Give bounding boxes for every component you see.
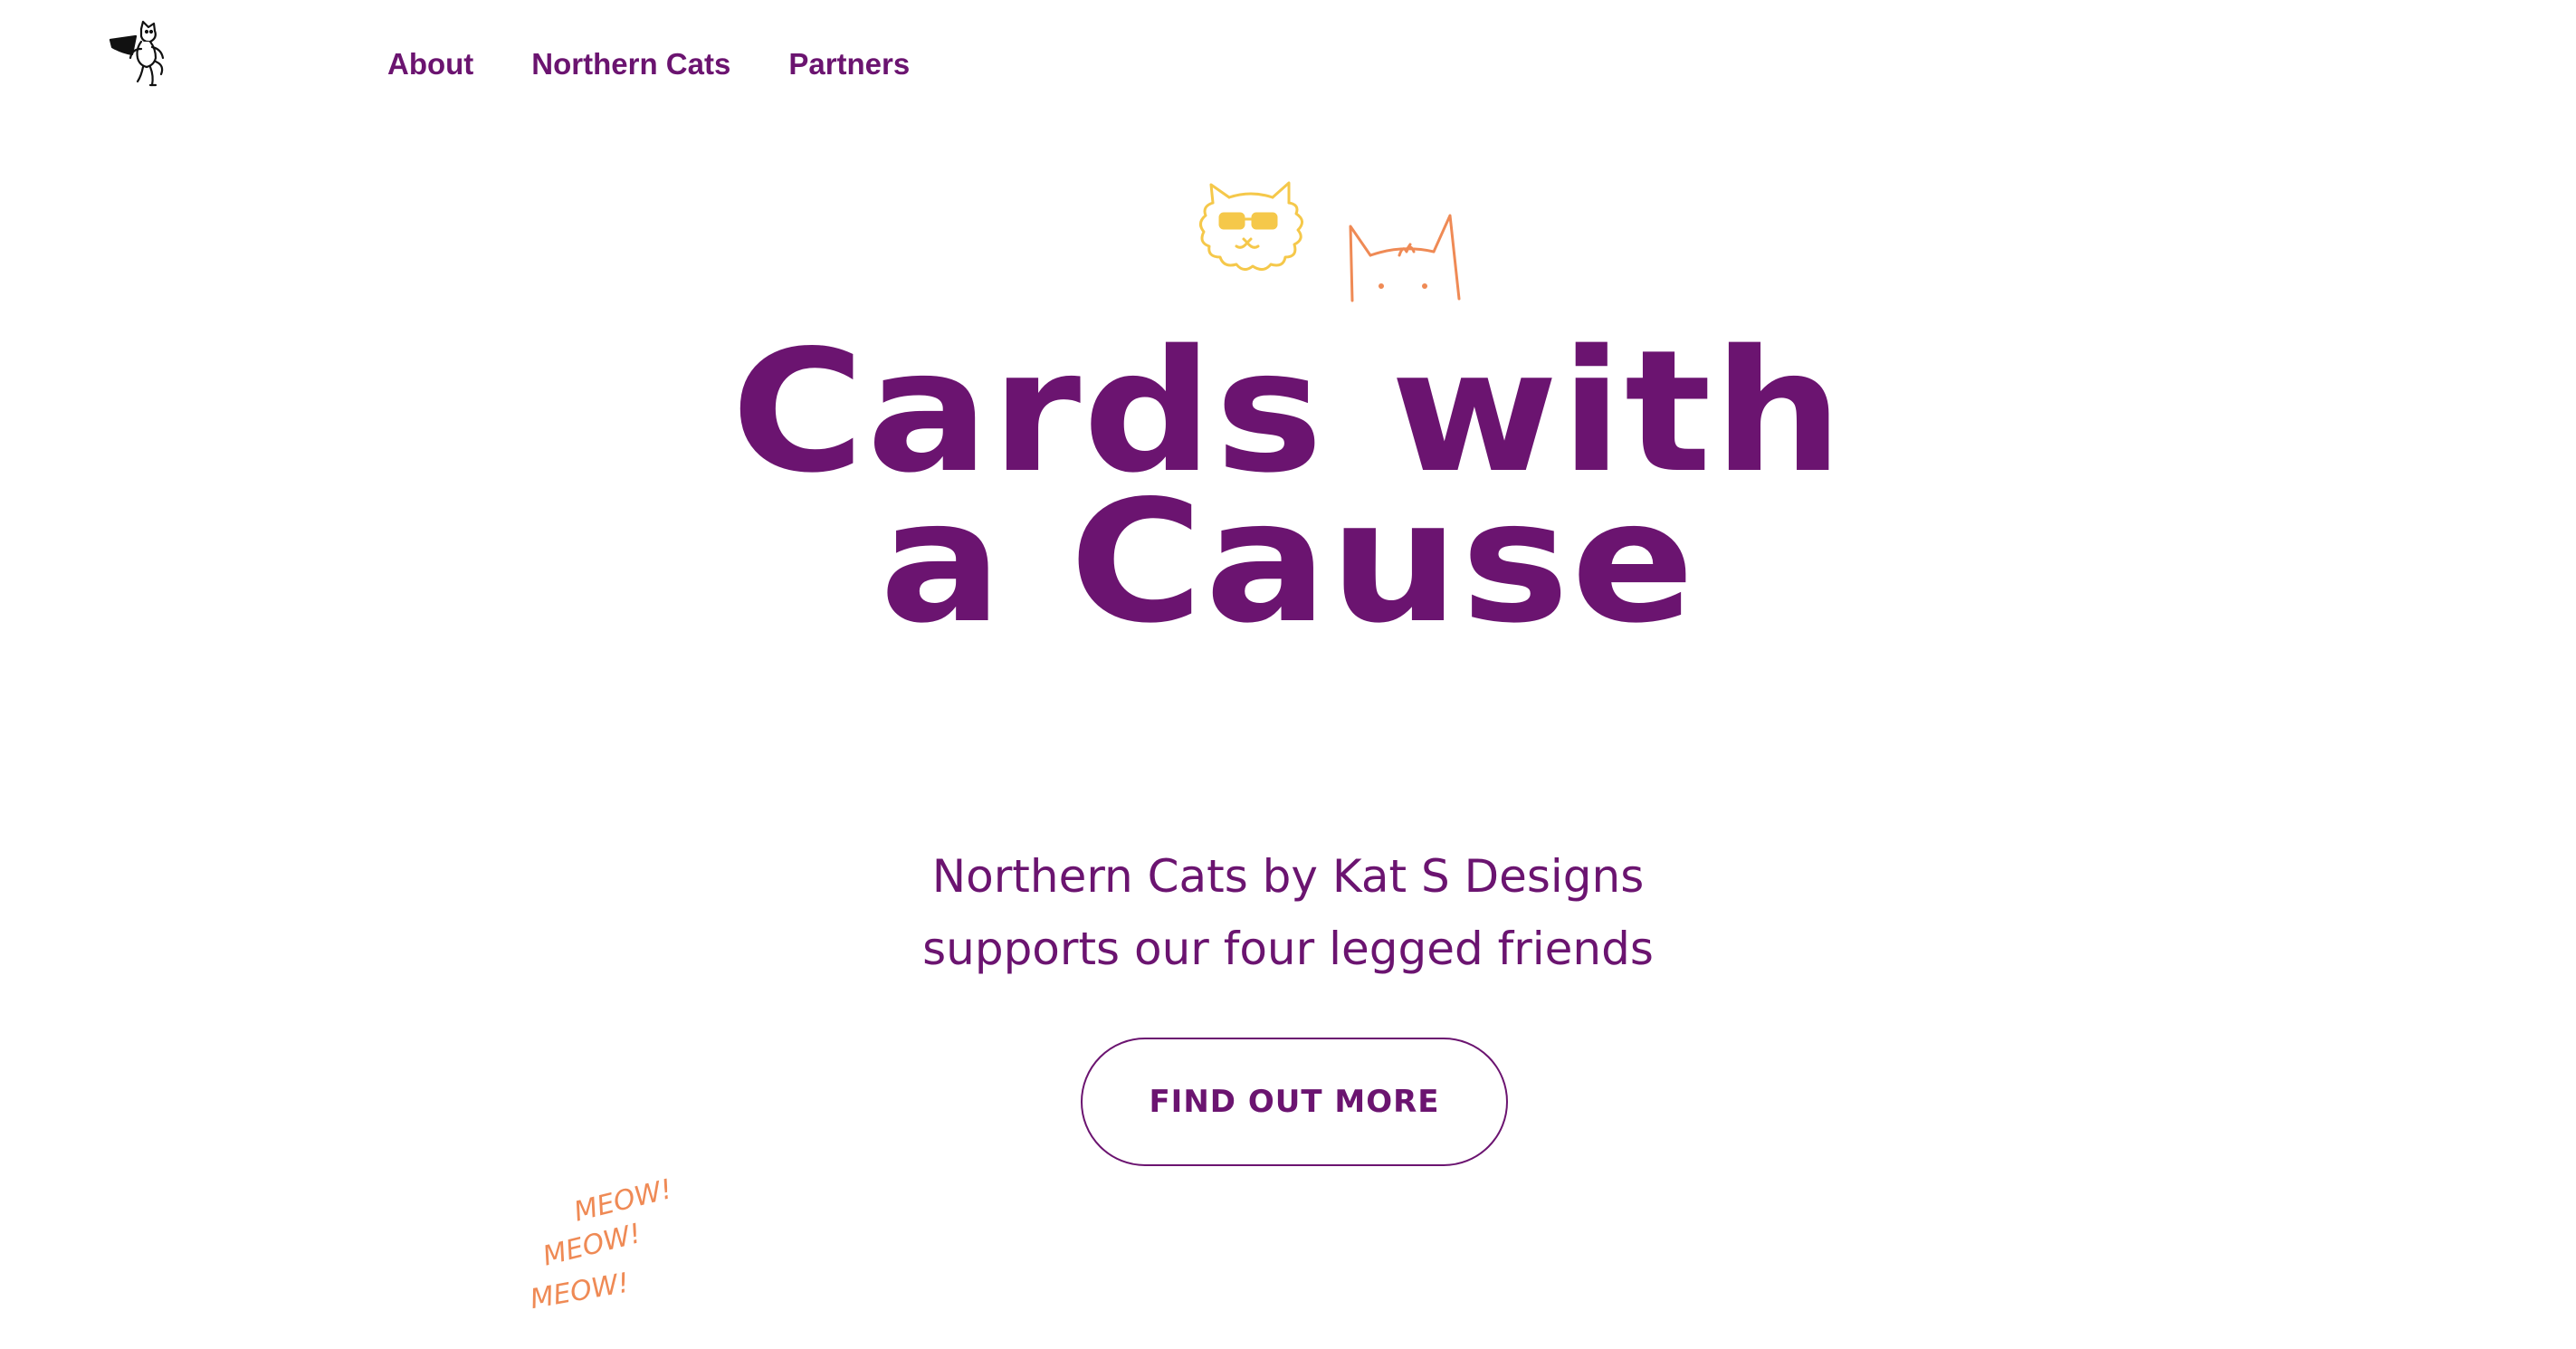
meow-text-3: MEOW! xyxy=(528,1268,632,1313)
hero-subtitle-line-1: Northern Cats by Kat S Designs xyxy=(931,850,1645,903)
cat-ears-icon xyxy=(1349,214,1461,302)
hero-doodles xyxy=(1193,179,1465,302)
hero-subtitle: Northern Cats by Kat S Designs supports … xyxy=(0,840,2576,985)
nav-link-partners[interactable]: Partners xyxy=(788,47,910,81)
site-header: About Northern Cats Partners xyxy=(0,0,2576,136)
meow-doodle-icon: MEOW! MEOW! MEOW! xyxy=(528,1173,675,1313)
hero-subtitle-line-2: supports our four legged friends xyxy=(922,923,1654,975)
superhero-cat-logo-icon[interactable] xyxy=(105,18,174,91)
hero-title: Cards with a Cause xyxy=(0,328,2576,660)
sunglasses-cat-icon xyxy=(1199,181,1303,271)
nav-link-about[interactable]: About xyxy=(387,47,473,81)
meow-text-1: MEOW! xyxy=(571,1173,675,1229)
nav-link-northern-cats[interactable]: Northern Cats xyxy=(531,47,730,81)
find-out-more-button[interactable]: FIND OUT MORE xyxy=(1081,1038,1508,1166)
meow-text-2: MEOW! xyxy=(539,1218,644,1273)
hero-title-line-2: a Cause xyxy=(879,464,1697,660)
main-nav: About Northern Cats Partners xyxy=(387,47,910,81)
